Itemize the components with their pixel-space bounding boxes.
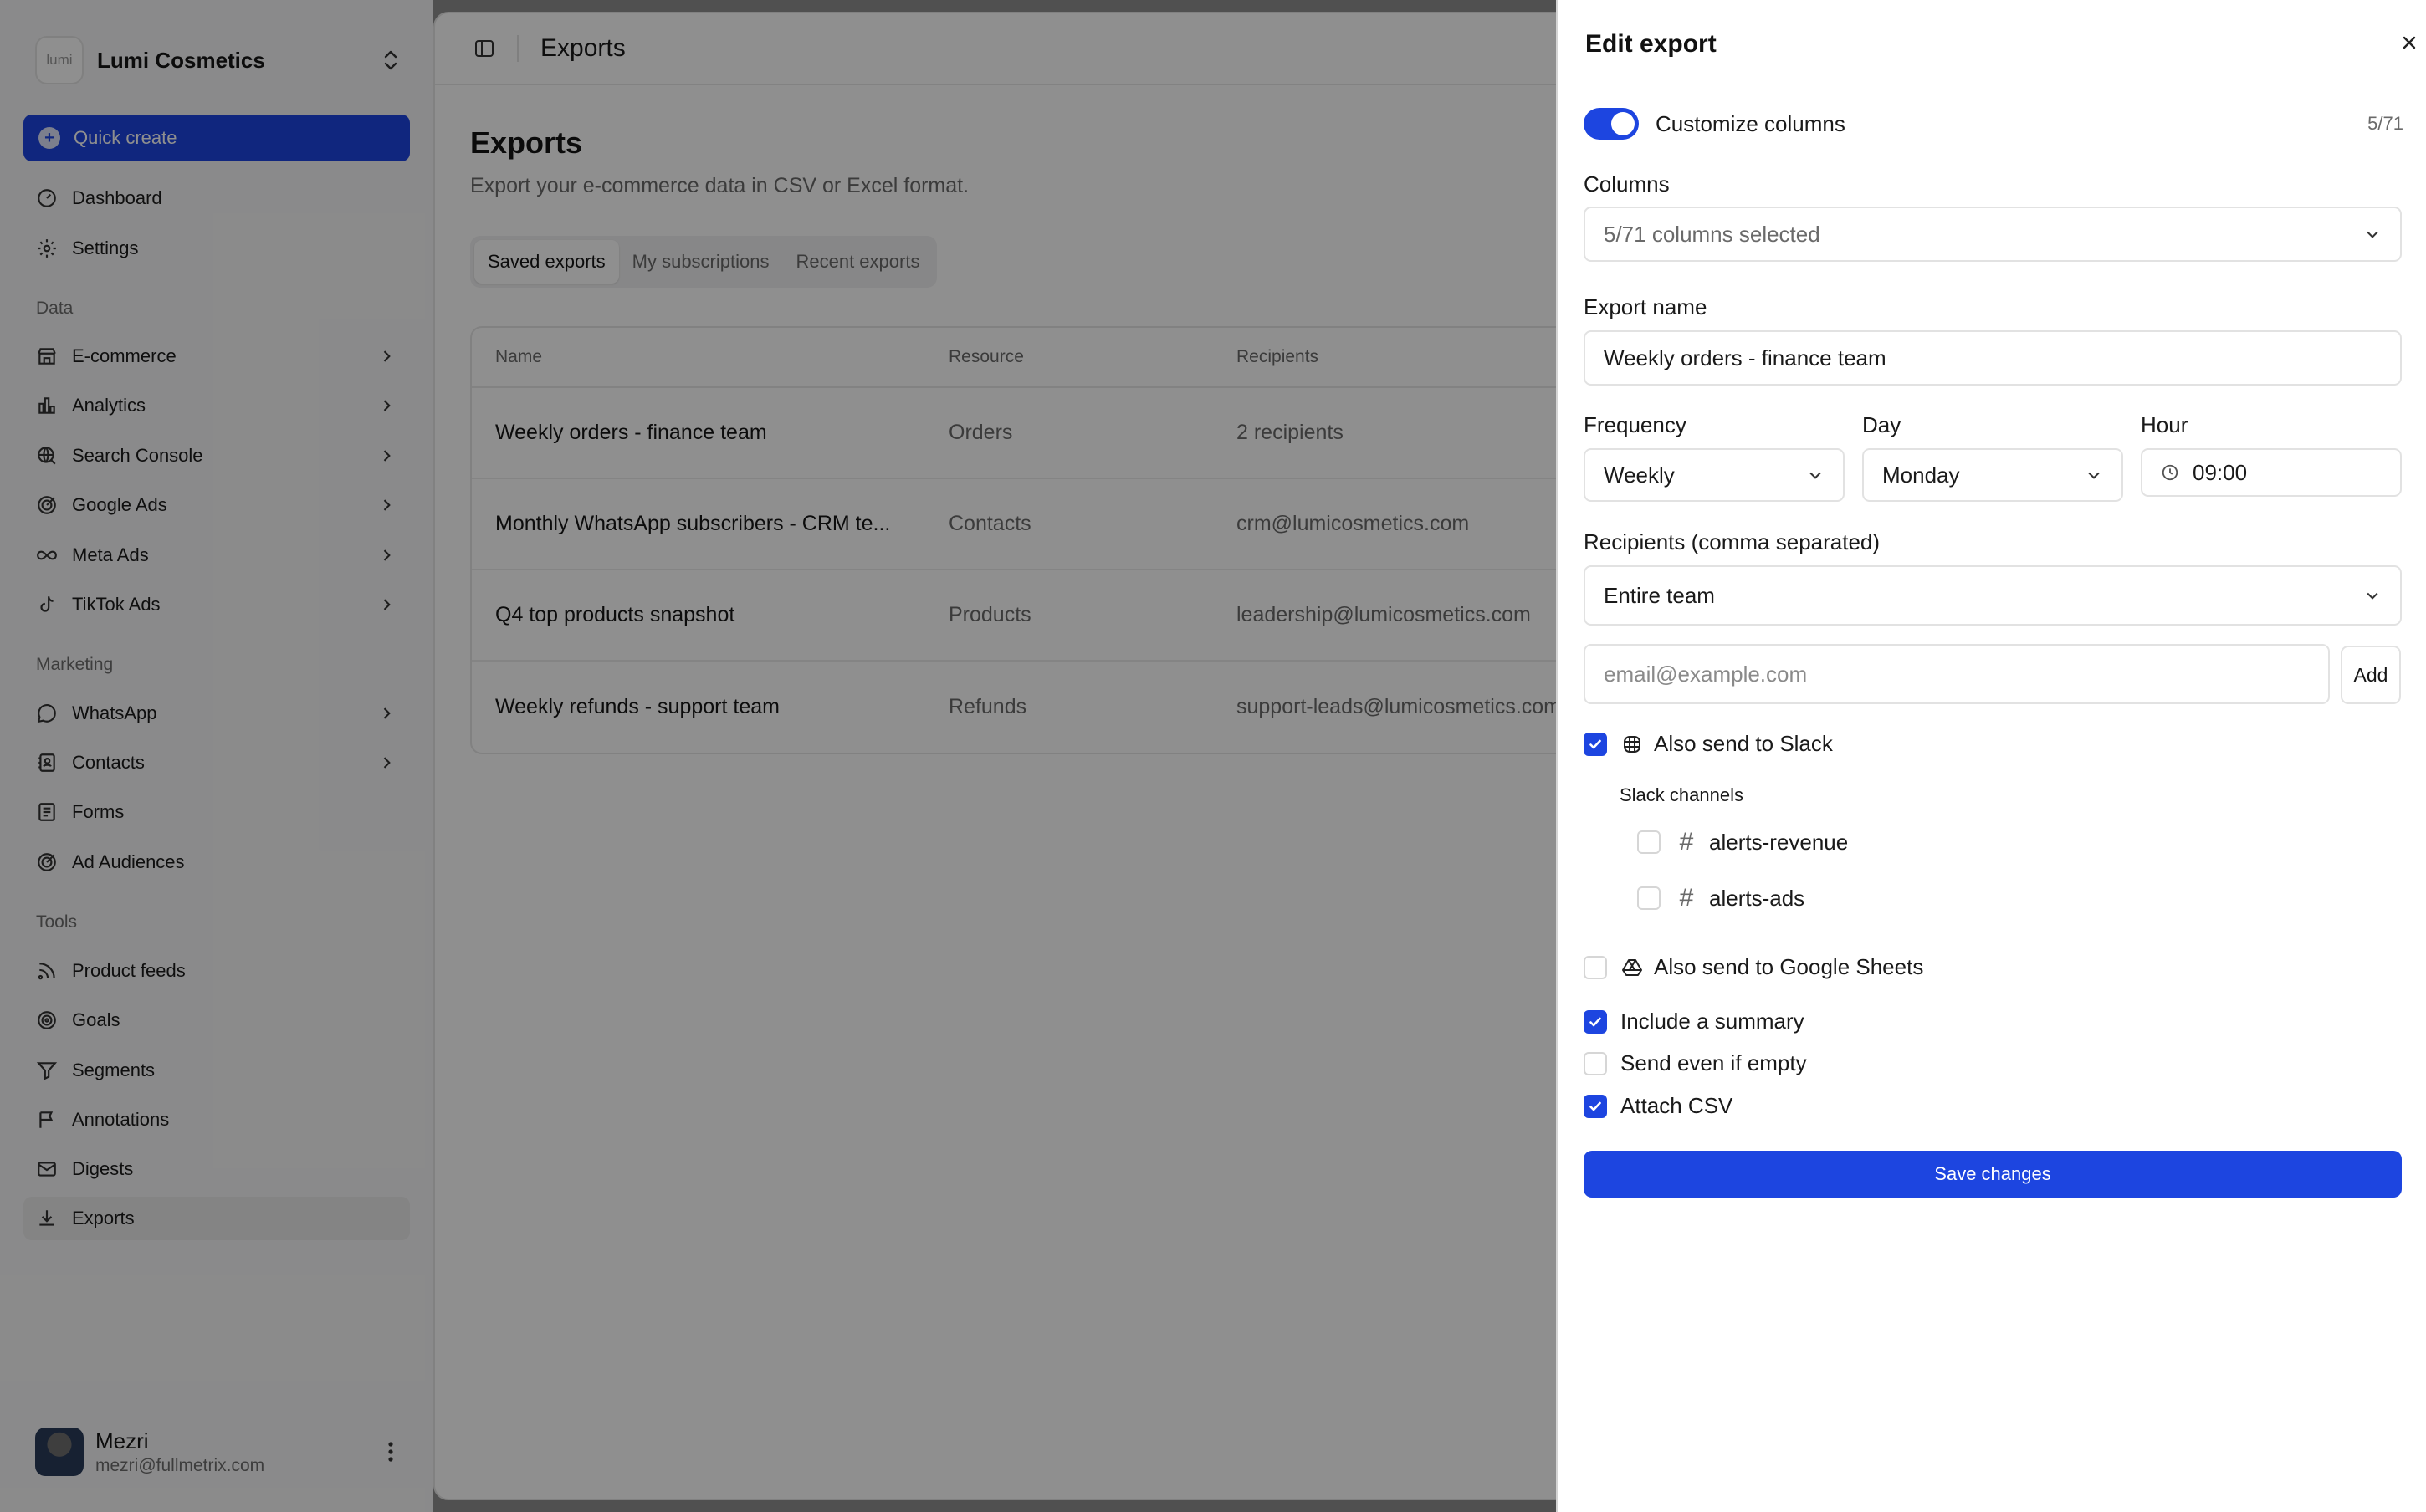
- columns-select[interactable]: 5/71 columns selected: [1584, 207, 2402, 262]
- hour-value: 09:00: [2193, 459, 2248, 485]
- slack-option[interactable]: Also send to Slack: [1584, 731, 1833, 757]
- google-drive-icon: [1620, 956, 1644, 979]
- slack-label: Also send to Slack: [1654, 731, 1833, 756]
- slack-channel-name: alerts-ads: [1709, 885, 1805, 911]
- chevron-down-icon: [2360, 587, 2385, 604]
- export-name-value: Weekly orders - finance team: [1604, 345, 1886, 370]
- slack-channel-name: alerts-revenue: [1709, 829, 1849, 855]
- modal-backdrop[interactable]: [0, 0, 1556, 1512]
- slack-icon: [1620, 733, 1644, 756]
- frequency-select[interactable]: Weekly: [1584, 448, 1845, 502]
- attach-csv-label: Attach CSV: [1620, 1093, 1733, 1118]
- chevron-down-icon: [2360, 226, 2385, 243]
- slack-channels-label: Slack channels: [1620, 784, 1743, 805]
- column-count: 5/71: [2367, 113, 2403, 134]
- include-summary-label: Include a summary: [1620, 1009, 1804, 1034]
- customize-columns-label: Customize columns: [1656, 110, 1845, 136]
- frequency-value: Weekly: [1604, 462, 1675, 488]
- sheet-title: Edit export: [1585, 30, 1717, 58]
- customize-columns-row: Customize columns 5/71: [1584, 107, 2403, 140]
- attach-csv-checkbox[interactable]: [1584, 1094, 1607, 1118]
- columns-select-value: 5/71 columns selected: [1604, 221, 1820, 247]
- attach-csv-option[interactable]: Attach CSV: [1584, 1093, 1732, 1119]
- hour-input[interactable]: 09:00: [2141, 448, 2402, 497]
- hash-icon: #: [1679, 828, 1694, 856]
- chevron-down-icon: [1803, 467, 1828, 483]
- day-label: Day: [1862, 412, 1901, 437]
- include-summary-option[interactable]: Include a summary: [1584, 1009, 1804, 1034]
- slack-channel-checkbox[interactable]: [1637, 886, 1661, 910]
- slack-channel-checkbox[interactable]: [1637, 830, 1661, 854]
- columns-label: Columns: [1584, 171, 1670, 197]
- export-name-input[interactable]: Weekly orders - finance team: [1584, 330, 2402, 386]
- email-field[interactable]: [1584, 644, 2330, 704]
- slack-channel-option[interactable]: # alerts-ads: [1637, 884, 1804, 912]
- send-even-if-empty-label: Send even if empty: [1620, 1050, 1807, 1075]
- close-icon[interactable]: [2397, 30, 2422, 55]
- slack-checkbox[interactable]: [1584, 732, 1607, 756]
- slack-channel-option[interactable]: # alerts-revenue: [1637, 828, 1848, 856]
- recipients-label: Recipients (comma separated): [1584, 529, 1881, 554]
- google-sheets-checkbox[interactable]: [1584, 955, 1607, 979]
- add-recipient-button[interactable]: Add: [2341, 646, 2401, 704]
- hash-icon: #: [1679, 884, 1694, 912]
- recipients-value: Entire team: [1604, 582, 1715, 608]
- frequency-label: Frequency: [1584, 412, 1686, 437]
- send-even-if-empty-option[interactable]: Send even if empty: [1584, 1050, 1807, 1076]
- customize-columns-toggle[interactable]: [1584, 108, 1639, 140]
- google-sheets-option[interactable]: Also send to Google Sheets: [1584, 954, 1923, 980]
- hour-label: Hour: [2141, 412, 2188, 437]
- save-changes-button[interactable]: Save changes: [1584, 1151, 2402, 1198]
- include-summary-checkbox[interactable]: [1584, 1009, 1607, 1034]
- clock-icon: [2161, 463, 2181, 482]
- recipients-select[interactable]: Entire team: [1584, 565, 2402, 626]
- export-name-label: Export name: [1584, 294, 1707, 319]
- email-input[interactable]: [1604, 661, 2328, 687]
- google-sheets-label: Also send to Google Sheets: [1654, 954, 1924, 979]
- day-select[interactable]: Monday: [1862, 448, 2123, 502]
- send-even-if-empty-checkbox[interactable]: [1584, 1051, 1607, 1075]
- day-value: Monday: [1882, 462, 1960, 488]
- chevron-down-icon: [2081, 467, 2106, 483]
